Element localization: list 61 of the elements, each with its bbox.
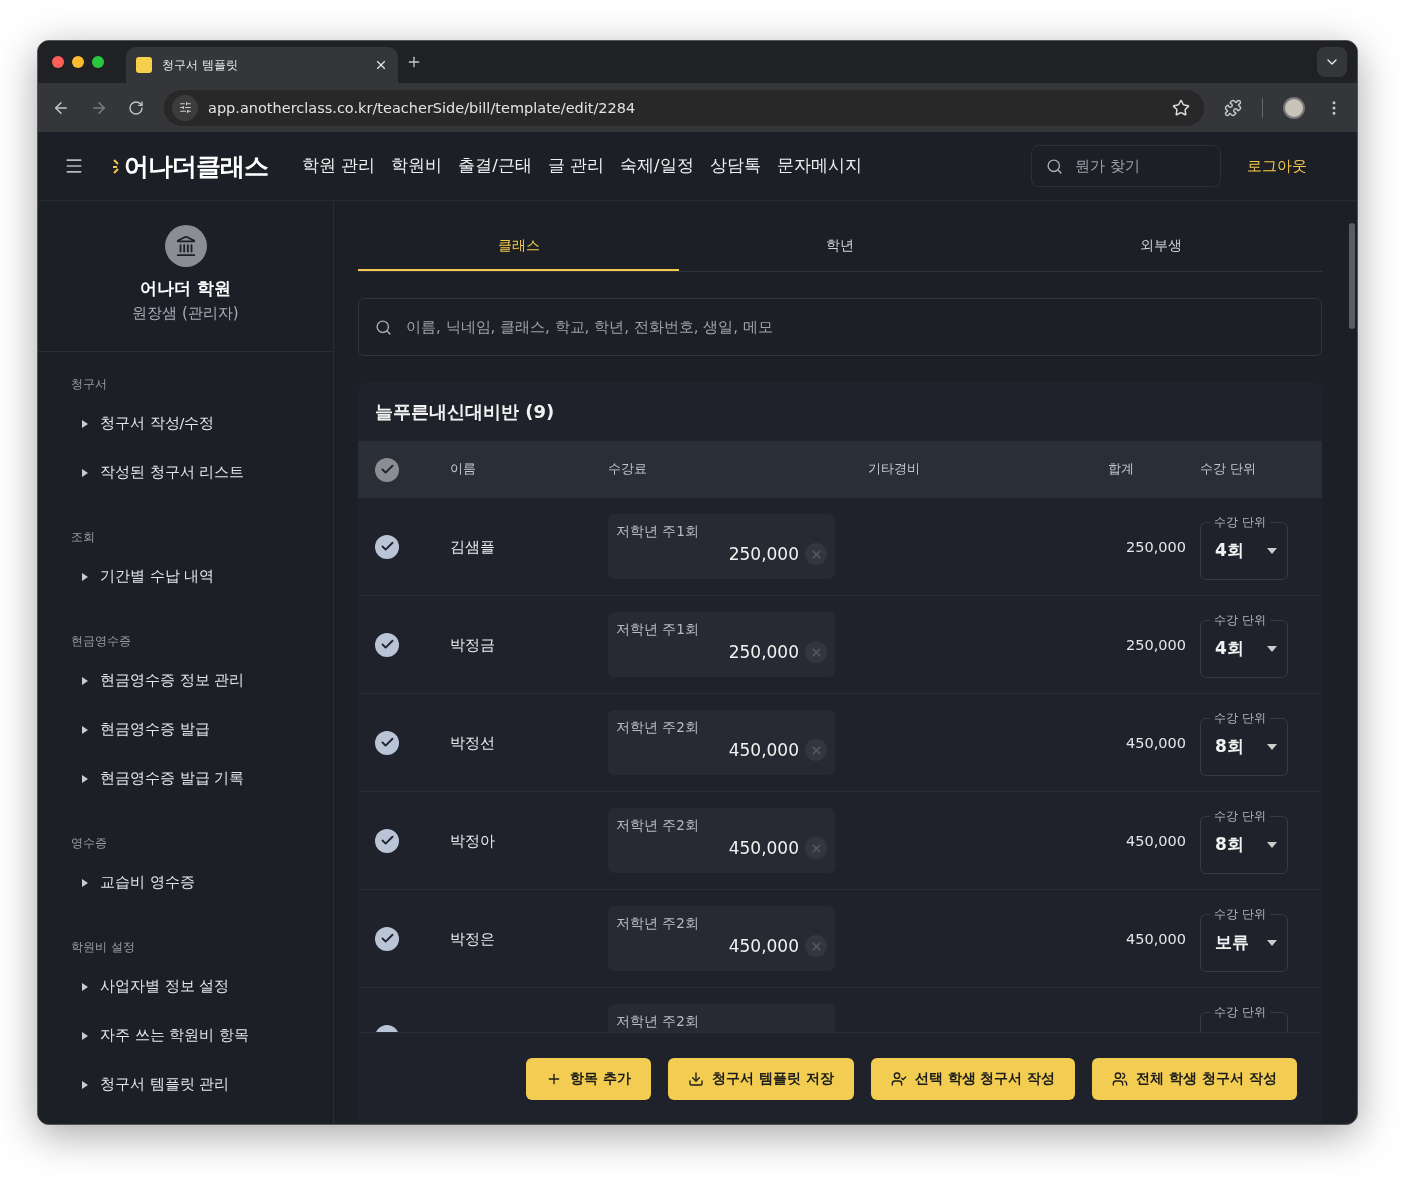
section-title: 학원비 설정	[70, 939, 136, 956]
nav-link[interactable]: 글 관리	[547, 155, 605, 177]
sidebar-item[interactable]: 기간별 수납 내역	[38, 552, 333, 601]
academy-name: 어나더 학원	[140, 277, 231, 300]
student-name: 김샘플	[450, 538, 495, 555]
logout-link[interactable]: 로그아웃	[1247, 156, 1307, 176]
action-button[interactable]: 선택 학생 청구서 작성	[870, 1057, 1076, 1100]
total-amount: 250,000	[1125, 538, 1187, 555]
browser-tab[interactable]: 청구서 템플릿	[126, 47, 398, 83]
student-name: 박정금	[450, 636, 495, 653]
column-header: 기타경비	[868, 461, 921, 478]
user-role: 원장샘 (관리자)	[132, 304, 239, 323]
sidebar-item[interactable]: 청구서 템플릿 관리	[38, 1060, 333, 1109]
sidebar-item[interactable]: 사업자별 정보 설정	[38, 962, 333, 1011]
column-header: 수강료	[608, 461, 648, 478]
sidebar-item[interactable]: 교습비 영수증	[38, 858, 333, 907]
nav-link[interactable]: 학원비	[391, 155, 443, 177]
total-amount: 250,000	[1125, 636, 1187, 653]
student-name: 박정선	[450, 734, 495, 751]
fee-field[interactable]: 저학년 주2회 450,000	[608, 808, 835, 873]
section-title: 청구서	[70, 376, 108, 393]
sidebar-item[interactable]: 현금영수증 정보 관리	[38, 656, 333, 705]
student-search-box[interactable]: 이름, 닉네임, 클래스, 학교, 학년, 전화번호, 생일, 메모	[358, 298, 1322, 356]
fee-field[interactable]: 저학년 주2회	[608, 1004, 835, 1032]
action-button[interactable]: 전체 학생 청구서 작성	[1092, 1057, 1297, 1100]
action-button[interactable]: 청구서 템플릿 저장	[668, 1057, 854, 1100]
fee-field[interactable]: 저학년 주2회 450,000	[608, 710, 835, 775]
section-title: 조회	[70, 529, 96, 546]
tab[interactable]: 클래스	[358, 201, 680, 271]
sidebar-item[interactable]: 현금영수증 발급	[38, 705, 333, 754]
nav-link[interactable]: 문자메시지	[776, 155, 862, 177]
student-name: 박정아	[450, 832, 495, 849]
fee-field[interactable]: 저학년 주2회 450,000	[608, 906, 835, 971]
tab[interactable]: 학년	[679, 201, 1001, 271]
nav-link[interactable]: 학원 관리	[302, 155, 376, 177]
search-field[interactable]: 뭔가 찾기	[1073, 156, 1206, 176]
sidebar-item[interactable]: 자주 쓰는 학원비 항목	[38, 1011, 333, 1060]
nav-link[interactable]: 숙제/일정	[620, 155, 694, 177]
search-box[interactable]: 뭔가 찾기	[1031, 145, 1221, 187]
column-header: 이름	[450, 461, 477, 478]
sidebar-item[interactable]: 청구서 작성/수정	[38, 399, 333, 448]
sidebar-item[interactable]: 작성된 청구서 리스트	[38, 448, 333, 497]
logo[interactable]: 어나더클래스	[112, 149, 268, 183]
section-title: 영수증	[70, 835, 108, 852]
total-amount: 450,000	[1125, 832, 1187, 849]
section-title: 현금영수증	[70, 633, 132, 650]
fee-field[interactable]: 저학년 주1회 250,000	[608, 612, 835, 677]
fee-field[interactable]: 저학년 주1회 250,000	[608, 514, 835, 579]
column-header: 합계	[1108, 461, 1135, 478]
nav-link[interactable]: 상담톡	[709, 155, 761, 177]
total-amount: 450,000	[1125, 734, 1187, 751]
column-header: 수강 단위	[1200, 461, 1257, 478]
action-button[interactable]: 항목 추가	[526, 1057, 651, 1100]
student-name: 박정은	[450, 930, 495, 947]
address-bar[interactable]: app.anotherclass.co.kr/teacherSide/bill/template/edit/2284	[164, 89, 1204, 126]
total-amount: 450,000	[1125, 930, 1187, 947]
sidebar-item[interactable]: 현금영수증 발급 기록	[38, 754, 333, 803]
student-search-field[interactable]: 이름, 닉네임, 클래스, 학교, 학년, 전화번호, 생일, 메모	[404, 317, 1305, 337]
nav-link[interactable]: 출결/근태	[458, 155, 532, 177]
class-title: 늘푸른내신대비반 (9)	[374, 399, 556, 424]
tab[interactable]: 외부생	[1000, 201, 1322, 271]
